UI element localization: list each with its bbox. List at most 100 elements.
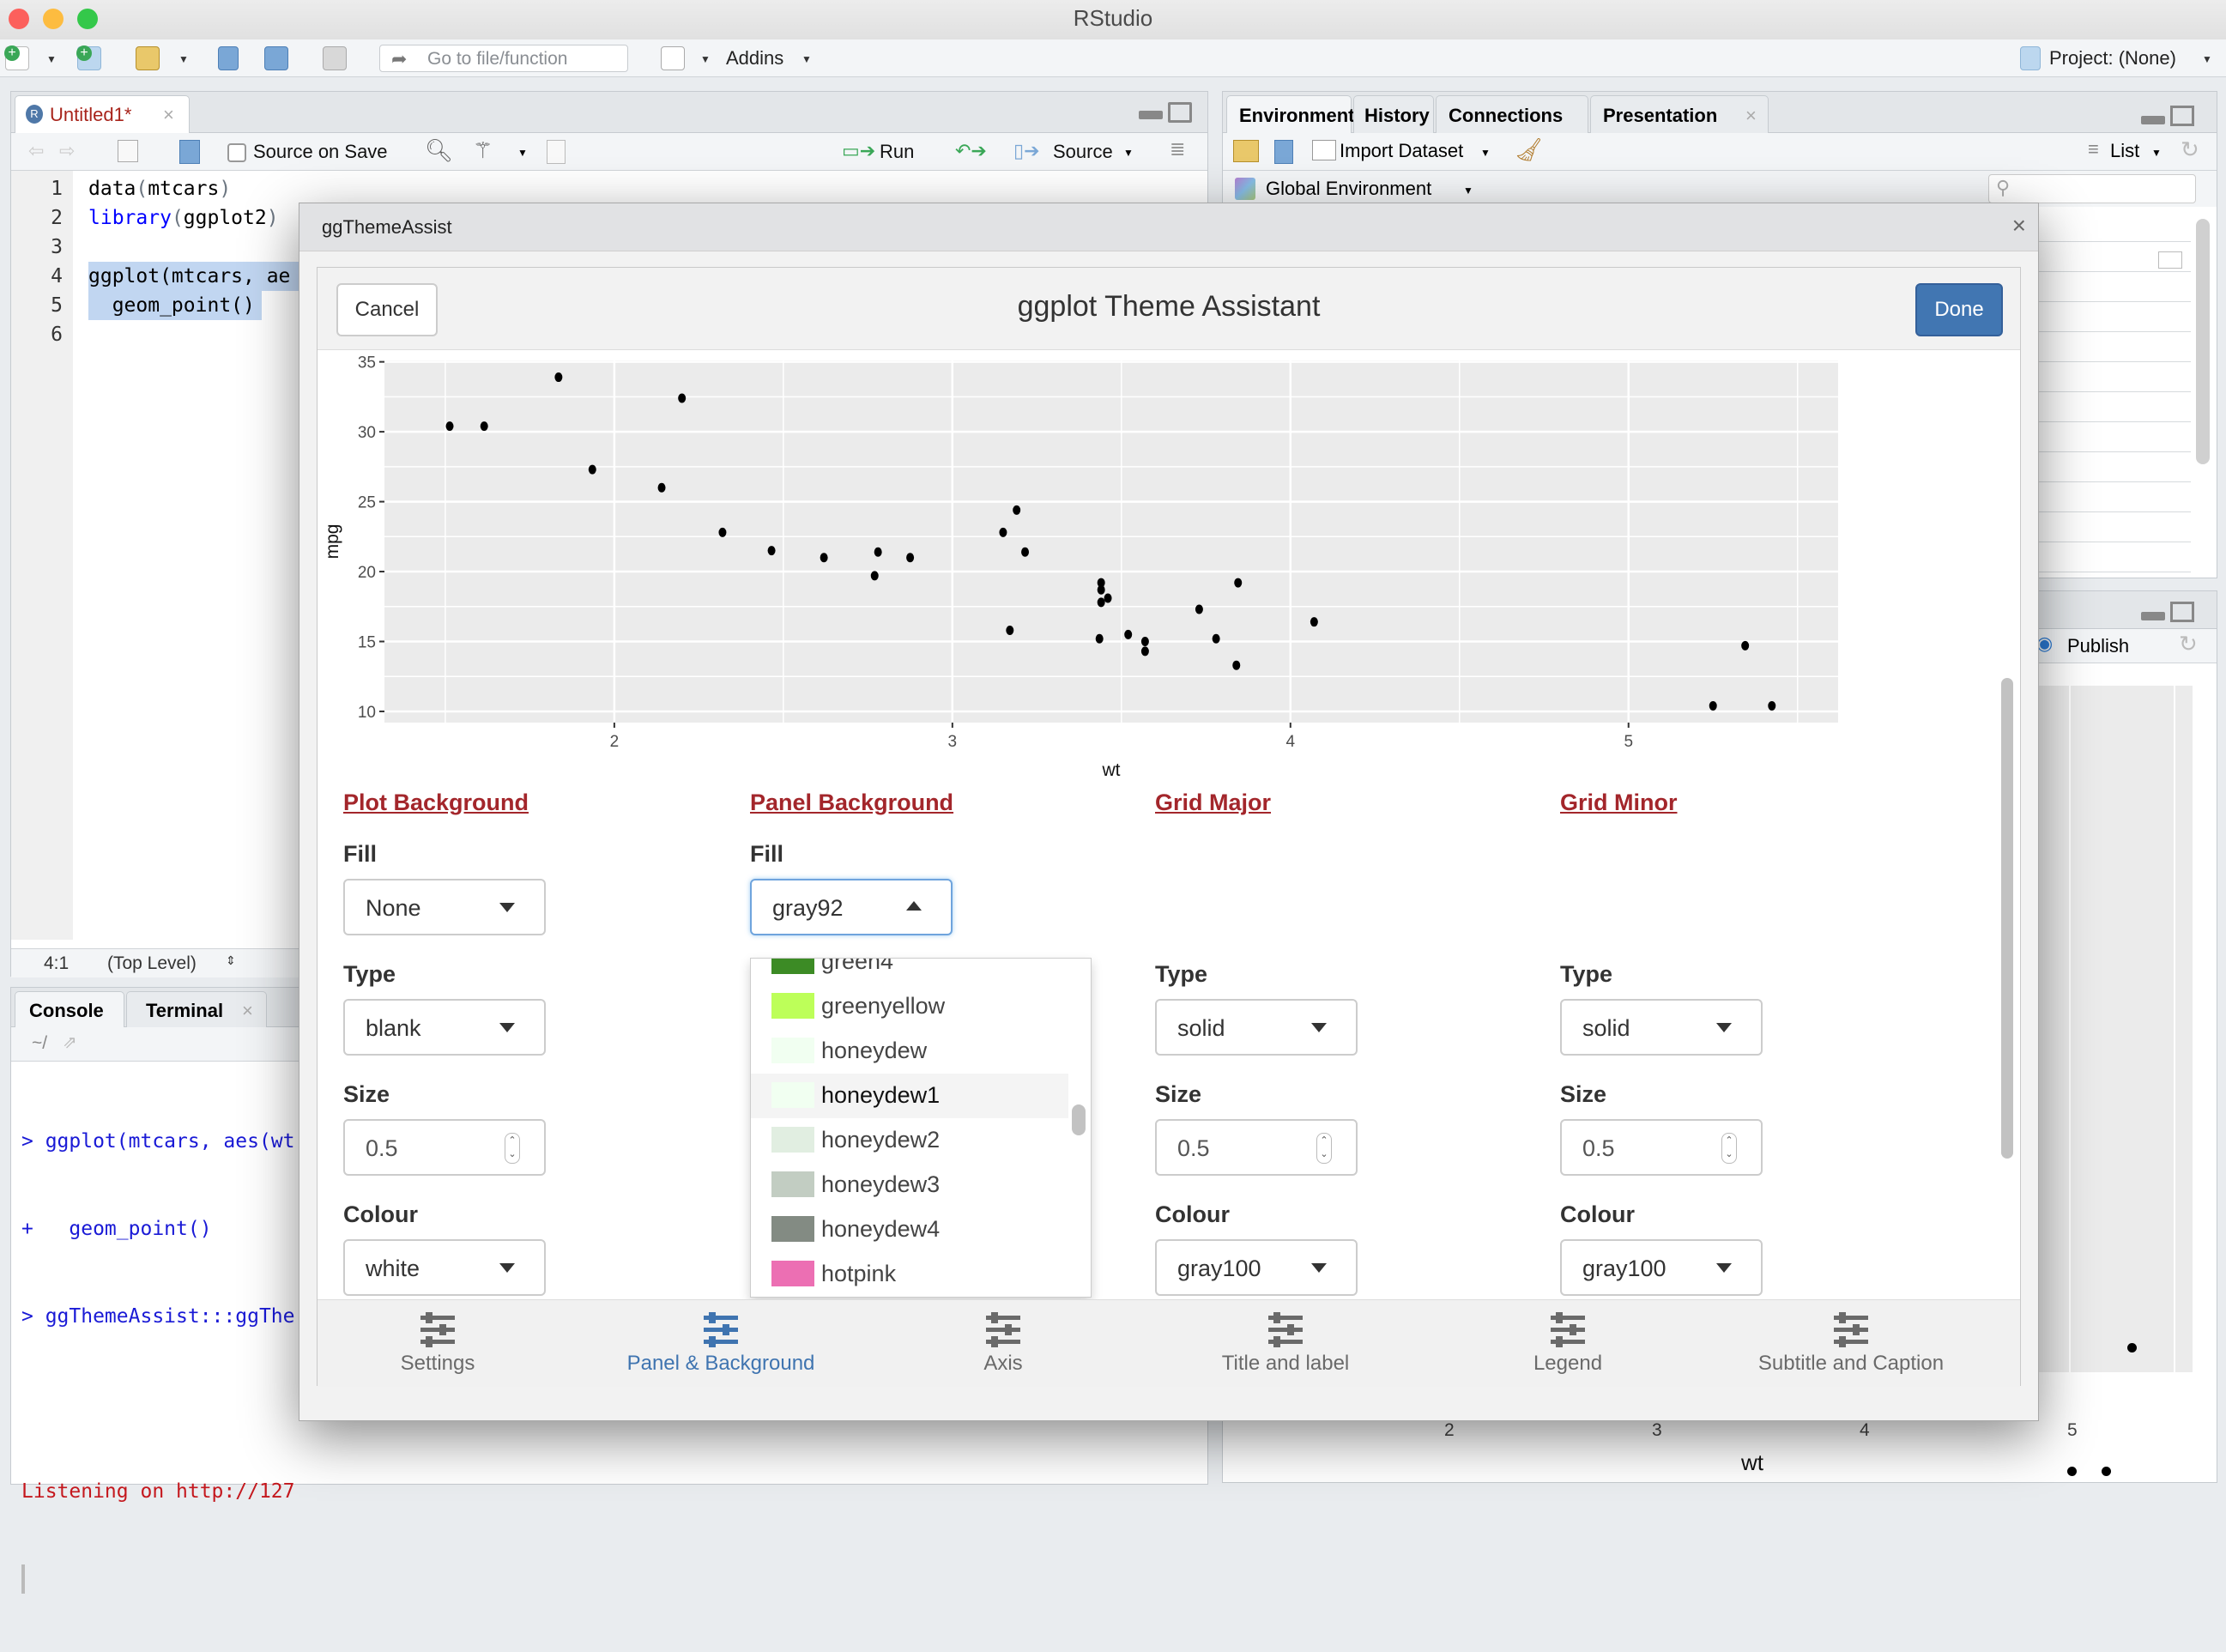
forward-icon[interactable]: ⇨: [59, 140, 75, 162]
save-file-icon[interactable]: [179, 140, 200, 164]
maximize-pane-icon[interactable]: [1168, 102, 1192, 123]
grid-minor-type-select[interactable]: solid: [1560, 999, 1763, 1056]
grid-minor-colour-select[interactable]: gray100: [1560, 1239, 1763, 1296]
spinner-icon[interactable]: ⌃ ⌄: [505, 1133, 520, 1164]
env-search-input[interactable]: ⚲: [1988, 174, 2196, 203]
dialog-close-icon[interactable]: ×: [2012, 212, 2026, 239]
source-icon[interactable]: ▯➔: [1013, 140, 1040, 162]
dropdown-option[interactable]: greenyellow: [751, 984, 1068, 1029]
import-dataset-button[interactable]: Import Dataset: [1340, 140, 1463, 162]
show-in-window-icon[interactable]: [118, 140, 138, 162]
panes-dropdown-icon[interactable]: ▼: [700, 53, 711, 65]
global-env-selector[interactable]: Global Environment: [1266, 178, 1431, 200]
console-output[interactable]: > ggplot(mtcars, aes(wt + geom_point() >…: [21, 1068, 295, 1652]
run-button[interactable]: Run: [880, 141, 914, 163]
spinner-icon[interactable]: ⌃ ⌄: [1316, 1133, 1332, 1164]
source-button[interactable]: Source: [1053, 141, 1113, 163]
dropdown-option[interactable]: green4: [751, 959, 1068, 984]
code-tools-dropdown-icon[interactable]: ▼: [517, 147, 528, 159]
scope-selector[interactable]: (Top Level): [107, 953, 197, 974]
close-terminal-icon[interactable]: ×: [242, 1000, 253, 1022]
source-dropdown-icon[interactable]: ▼: [1123, 147, 1134, 159]
maximize-env-icon[interactable]: [2170, 106, 2194, 126]
dropdown-option[interactable]: hotpink: [751, 1252, 1068, 1297]
bottom-tab-panel-background[interactable]: Panel & Background: [592, 1310, 850, 1376]
plot-bg-size-input[interactable]: 0.5 ⌃ ⌄: [343, 1119, 546, 1176]
panel-background-heading[interactable]: Panel Background: [750, 790, 953, 816]
plot-bg-colour-select[interactable]: white: [343, 1239, 546, 1296]
tab-untitled1[interactable]: R Untitled1* ×: [15, 95, 190, 134]
bottom-tab-legend[interactable]: Legend: [1439, 1310, 1697, 1376]
open-folder-icon[interactable]: [136, 46, 160, 70]
refresh-viewer-icon[interactable]: ↻: [2179, 631, 2198, 657]
workspace-panes-icon[interactable]: [661, 46, 685, 70]
rerun-icon[interactable]: ↶➔: [955, 140, 987, 162]
tab-console[interactable]: Console: [15, 991, 124, 1028]
tab-presentation[interactable]: Presentation ×: [1590, 95, 1769, 134]
save-workspace-icon[interactable]: [1274, 140, 1293, 164]
view-table-icon[interactable]: [2158, 251, 2182, 269]
goto-dir-icon[interactable]: ⇗: [63, 1032, 77, 1053]
spinner-icon[interactable]: ⌃ ⌄: [1721, 1133, 1737, 1164]
dropdown-option[interactable]: honeydew1: [751, 1074, 1068, 1118]
import-dataset-icon[interactable]: [1312, 140, 1336, 160]
list-view-button[interactable]: List: [2110, 140, 2139, 162]
done-button[interactable]: Done: [1915, 283, 2003, 336]
minimize-pane-icon[interactable]: [1139, 111, 1163, 119]
save-icon[interactable]: [218, 46, 239, 70]
grid-major-heading[interactable]: Grid Major: [1155, 790, 1271, 816]
dropdown-option[interactable]: honeydew2: [751, 1118, 1068, 1163]
project-dropdown-icon[interactable]: ▼: [2202, 53, 2212, 65]
back-icon[interactable]: ⇦: [28, 140, 44, 162]
publish-button[interactable]: Publish: [2067, 635, 2129, 657]
plot-bg-type-select[interactable]: blank: [343, 999, 546, 1056]
compile-report-icon[interactable]: [547, 140, 566, 164]
minimize-viewer-icon[interactable]: [2141, 612, 2165, 620]
new-file-icon[interactable]: +: [4, 45, 29, 70]
bottom-tab-title-and-label[interactable]: Title and label: [1157, 1310, 1414, 1376]
dropdown-scrollbar[interactable]: [1072, 1104, 1086, 1135]
find-replace-icon[interactable]: 🔍︎: [425, 137, 453, 164]
minimize-env-icon[interactable]: [2141, 116, 2165, 124]
close-tab-icon[interactable]: ×: [163, 104, 174, 126]
open-dropdown-icon[interactable]: ▼: [178, 53, 189, 65]
plot-bg-fill-select[interactable]: None: [343, 879, 546, 935]
grid-major-type-select[interactable]: solid: [1155, 999, 1358, 1056]
grid-minor-heading[interactable]: Grid Minor: [1560, 790, 1678, 816]
import-dropdown-icon[interactable]: ▼: [1480, 147, 1491, 159]
tab-connections[interactable]: Connections: [1436, 95, 1588, 134]
maximize-viewer-icon[interactable]: [2170, 602, 2194, 622]
grid-major-size-input[interactable]: 0.5 ⌃ ⌄: [1155, 1119, 1358, 1176]
close-presentation-icon[interactable]: ×: [1745, 105, 1757, 127]
list-dropdown-icon[interactable]: ▼: [2151, 147, 2162, 159]
panel-bg-fill-dropdown[interactable]: green4 greenyellow honeydew honeydew1 honeyd…: [750, 958, 1092, 1298]
bottom-tab-axis[interactable]: Axis: [874, 1310, 1132, 1376]
save-all-icon[interactable]: [264, 46, 288, 70]
clear-broom-icon[interactable]: 🧹︎: [1515, 136, 1543, 163]
new-file-dropdown-icon[interactable]: ▼: [46, 53, 57, 65]
source-on-save-checkbox[interactable]: [227, 143, 246, 162]
global-env-dropdown-icon[interactable]: ▼: [1463, 185, 1473, 197]
grid-major-colour-select[interactable]: gray100: [1155, 1239, 1358, 1296]
goto-file-input[interactable]: Go to file/function: [379, 45, 628, 72]
bottom-tab-settings[interactable]: Settings: [309, 1310, 566, 1376]
addins-menu[interactable]: Addins: [726, 47, 783, 70]
tab-history[interactable]: History: [1353, 95, 1434, 134]
dialog-scrollbar[interactable]: [2001, 678, 2013, 1159]
bottom-tab-subtitle-and-caption[interactable]: Subtitle and Caption: [1722, 1310, 1980, 1376]
project-menu[interactable]: Project: (None): [2049, 47, 2176, 70]
dropdown-option[interactable]: honeydew4: [751, 1207, 1068, 1252]
document-outline-icon[interactable]: ≣: [1170, 138, 1185, 160]
run-icon[interactable]: ▭➔: [842, 140, 875, 162]
tab-terminal[interactable]: Terminal ×: [126, 991, 267, 1028]
refresh-env-icon[interactable]: ↻: [2181, 136, 2199, 163]
dropdown-option[interactable]: honeydew3: [751, 1163, 1068, 1207]
tab-environment[interactable]: Environment: [1226, 95, 1354, 134]
code-tools-wand-icon[interactable]: ⚚: [473, 137, 493, 164]
print-icon[interactable]: [323, 46, 347, 70]
env-scrollbar[interactable]: [2196, 219, 2210, 464]
new-project-icon[interactable]: +: [76, 45, 101, 70]
dropdown-option[interactable]: honeydew: [751, 1029, 1068, 1074]
plot-background-heading[interactable]: Plot Background: [343, 790, 529, 816]
load-workspace-icon[interactable]: [1233, 140, 1259, 162]
